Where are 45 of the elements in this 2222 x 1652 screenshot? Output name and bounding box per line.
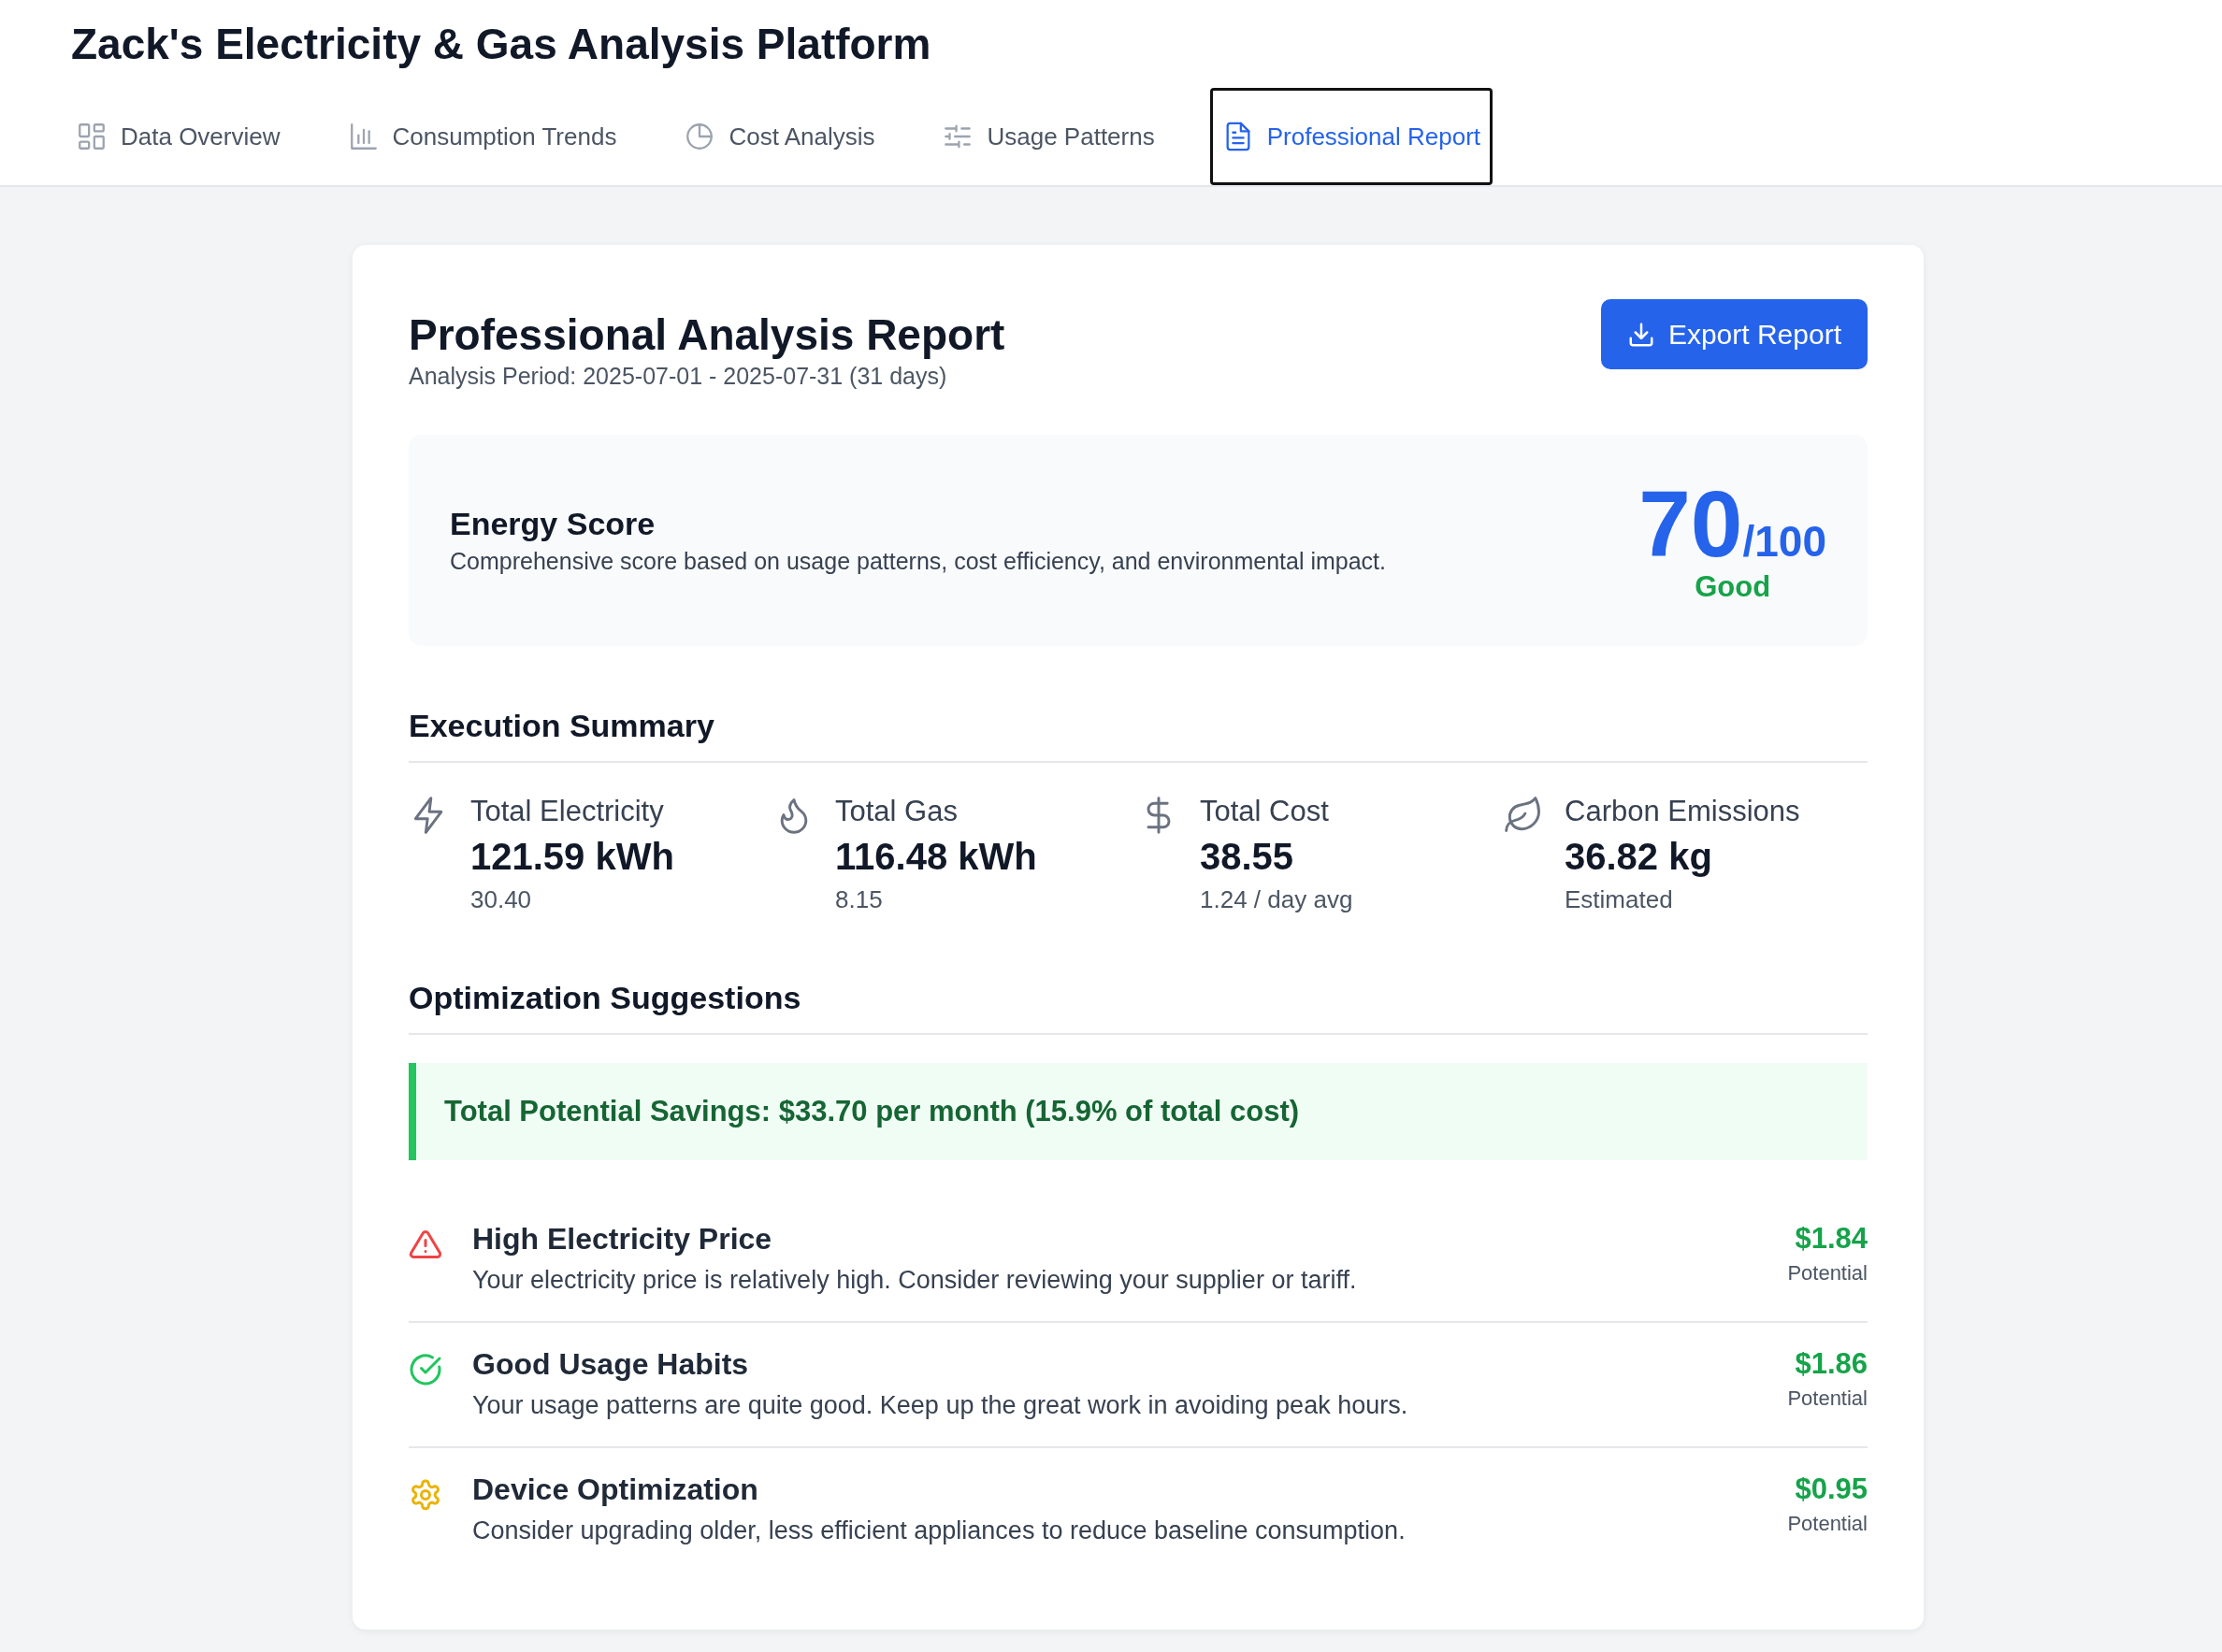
tab[interactable]: Data Overview: [64, 88, 293, 185]
stat-value: 36.82 kg: [1565, 835, 1713, 879]
score-rating: Good: [1694, 570, 1772, 604]
report-title: Professional Analysis Report: [409, 309, 1005, 361]
score-description: Comprehensive score based on usage patterns, cost efficiency, and environmental impact.: [450, 548, 1386, 575]
tab[interactable]: Cost Analysis: [671, 88, 887, 185]
stat-note: 30.40: [470, 884, 533, 915]
stat-note: Estimated: [1565, 884, 1674, 915]
suggestion-description: Your electricity price is relatively high. Consider reviewing your supplier or tariff.: [472, 1266, 1358, 1295]
suggestion-title: Good Usage Habits: [472, 1347, 750, 1382]
stat-label: Total Cost: [1200, 794, 1330, 829]
section-heading: Optimization Suggestions: [409, 980, 1868, 1035]
grid-icon: [76, 121, 108, 152]
export-button[interactable]: Export Report: [1600, 299, 1868, 369]
gear-icon: [409, 1478, 442, 1512]
app-title: Zack's Electricity & Gas Analysis Platform: [71, 19, 932, 70]
savings-amount: $1.86: [1794, 1347, 1868, 1381]
suggestion-title: Device Optimization: [472, 1472, 759, 1507]
stat-note: 1.24 / day avg: [1200, 884, 1353, 915]
savings-amount: $1.84: [1794, 1222, 1868, 1256]
savings-label: Potential: [1787, 1386, 1868, 1411]
stat-note: 8.15: [835, 884, 884, 915]
stat-label: Total Electricity: [470, 794, 665, 829]
savings-label: Potential: [1787, 1512, 1868, 1536]
stat-value: 121.59 kWh: [470, 835, 674, 879]
stat-label: Carbon Emissions: [1565, 794, 1800, 829]
suggestion-description: Consider upgrading older, less efficient appliances to reduce baseline consumption.: [472, 1516, 1407, 1545]
tab[interactable]: Professional Report: [1209, 88, 1493, 185]
savings-label: Potential: [1787, 1261, 1868, 1286]
savings-banner: Total Potential Savings: $33.70 per month (15.9% of total cost): [409, 1063, 1868, 1160]
score-title: Energy Score: [450, 506, 656, 542]
tab[interactable]: Consumption Trends: [335, 88, 629, 185]
suggestion-title: High Electricity Price: [472, 1222, 773, 1257]
tab[interactable]: Usage Patterns: [930, 88, 1167, 185]
score-max: /100: [1742, 516, 1826, 567]
analysis-period: Analysis Period: 2025-07-01 - 2025-07-31 (31 days): [409, 363, 948, 390]
score-value: 70: [1638, 477, 1743, 570]
stat-label: Total Gas: [835, 794, 959, 829]
stat-value: 38.55: [1200, 835, 1295, 879]
section-heading: Execution Summary: [409, 708, 1868, 763]
check-circle-icon: [409, 1353, 442, 1386]
suggestion-description: Your usage patterns are quite good. Keep up the great work in avoiding peak hours.: [472, 1391, 1409, 1420]
warning-icon: [409, 1228, 442, 1261]
savings-amount: $0.95: [1794, 1472, 1868, 1506]
stat-value: 116.48 kWh: [835, 835, 1037, 879]
